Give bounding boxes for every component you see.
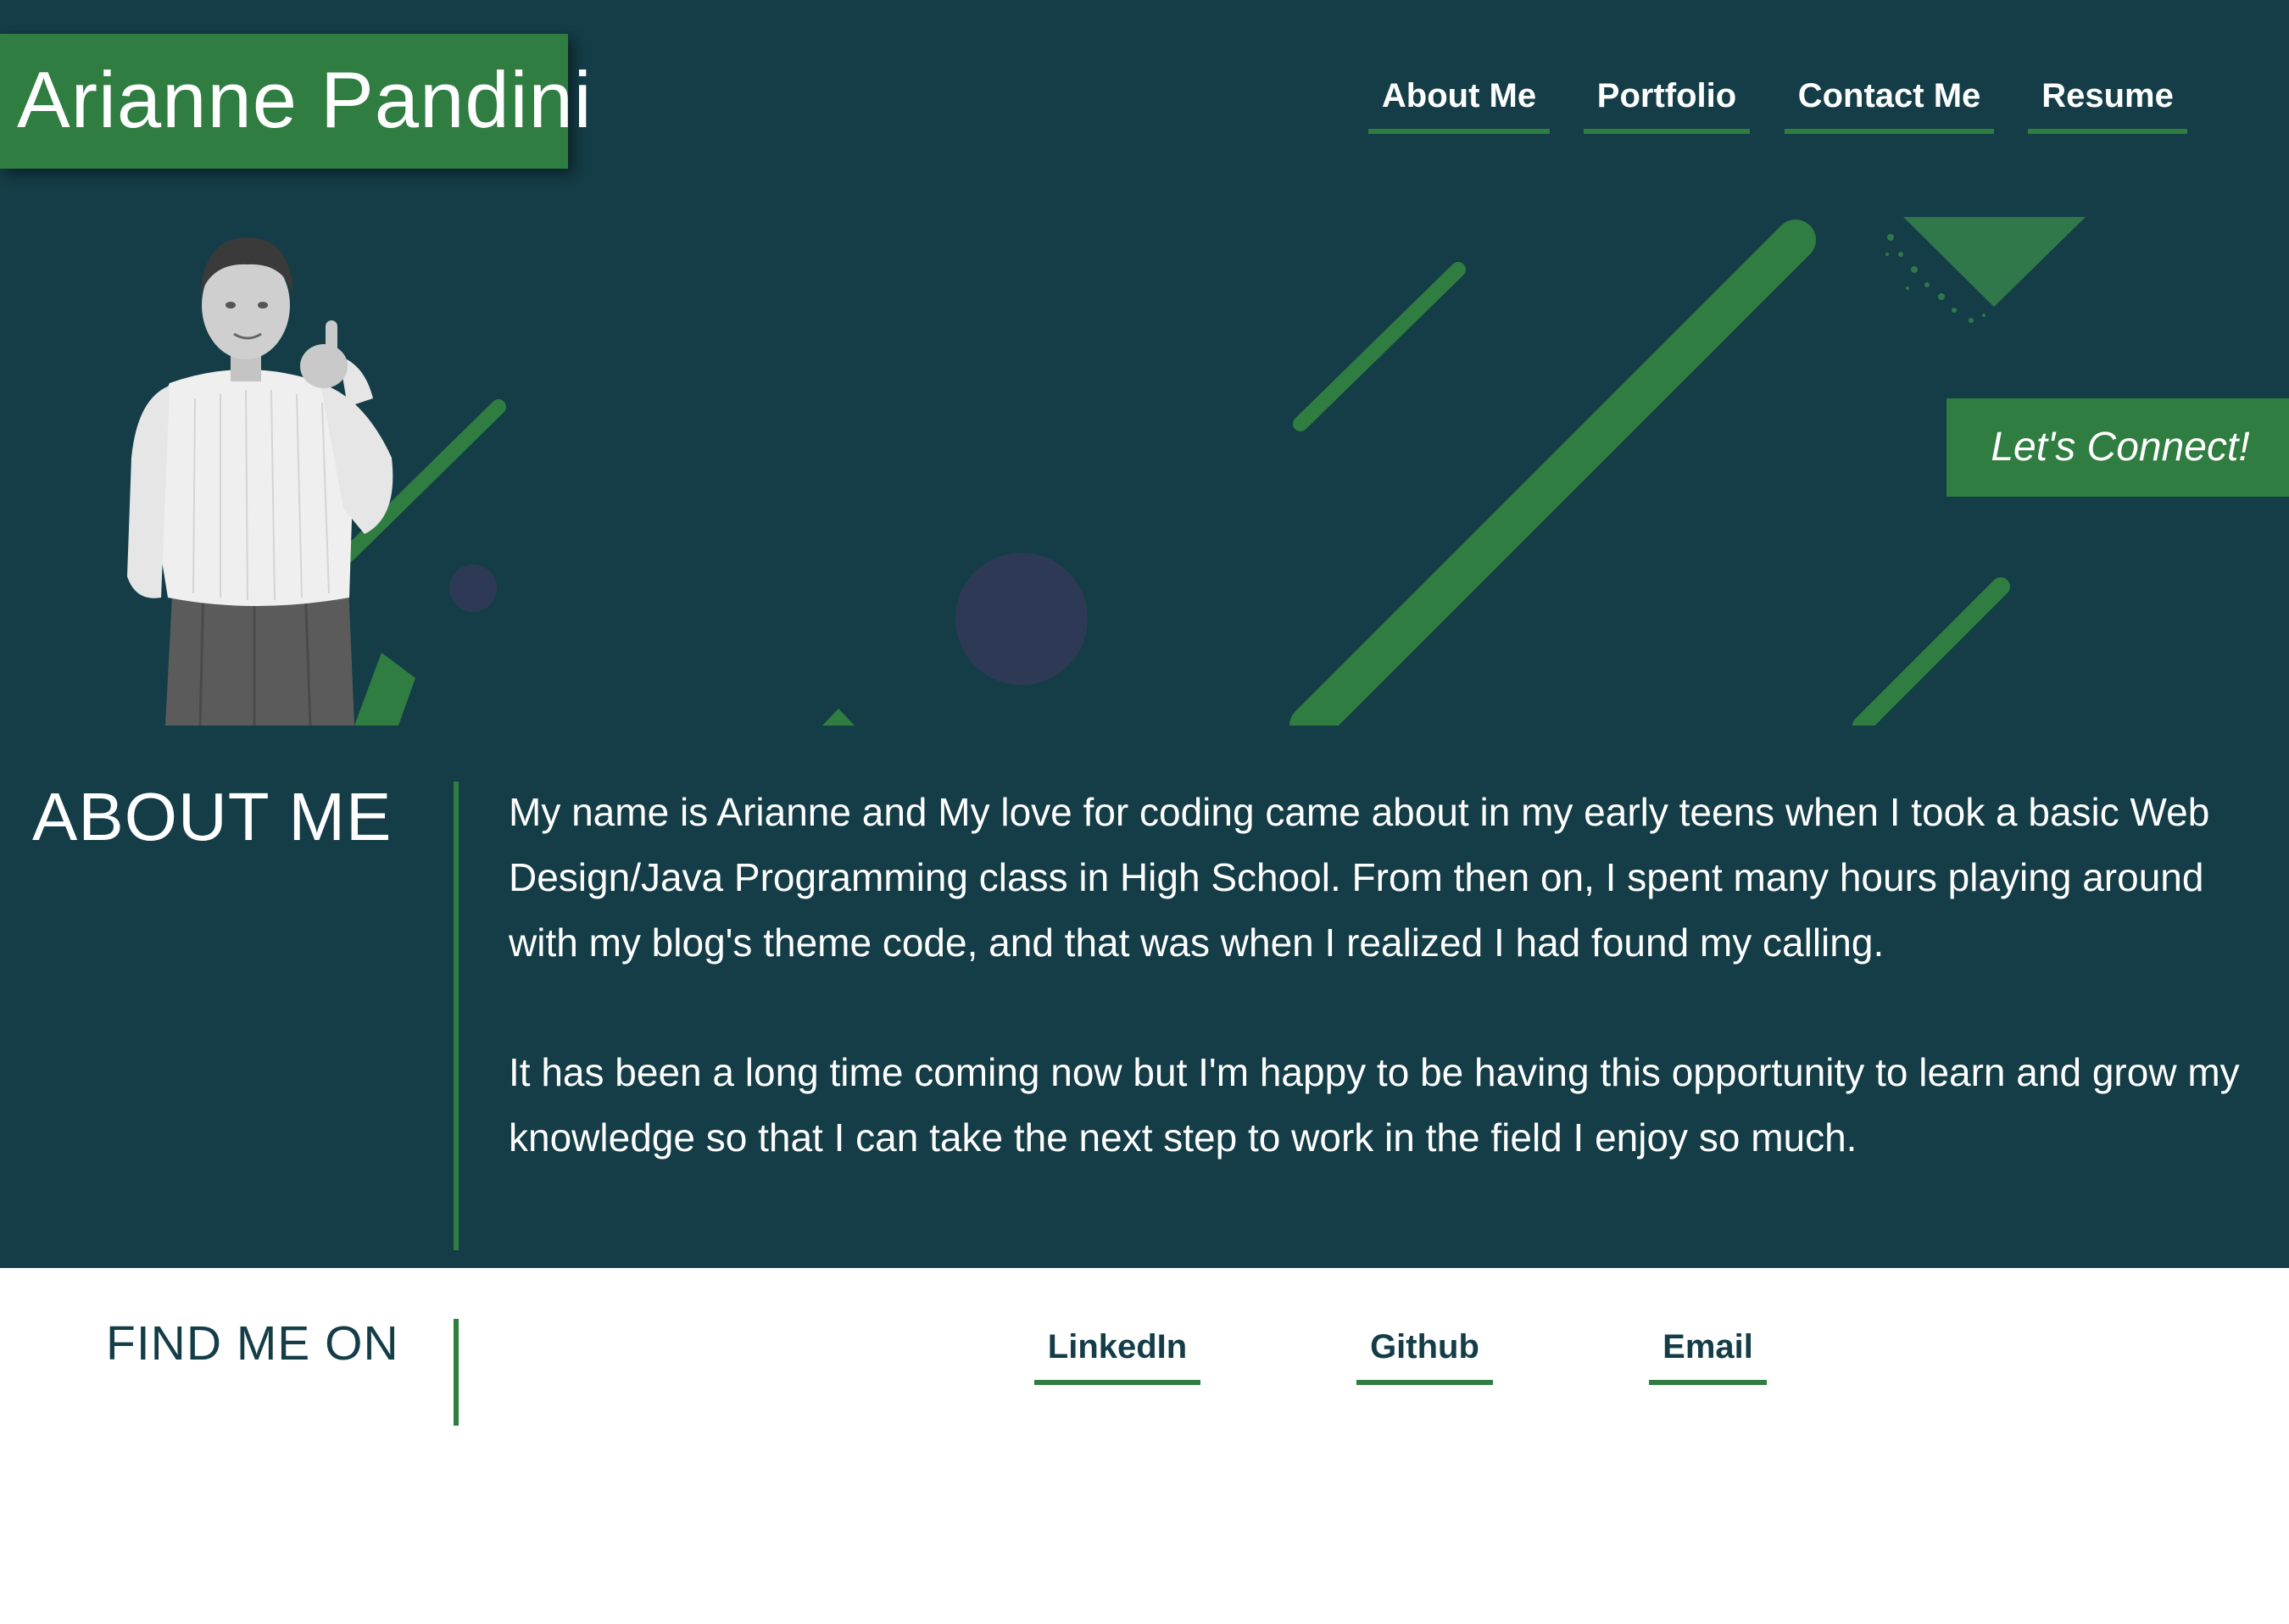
decor-circle-small bbox=[449, 565, 497, 612]
linkedin-link[interactable]: LinkedIn bbox=[1034, 1322, 1200, 1385]
decor-circle-large bbox=[955, 553, 1088, 685]
find-me-divider bbox=[454, 1319, 459, 1426]
decor-brush-strokes bbox=[340, 220, 2010, 726]
decor-triangle-left bbox=[354, 653, 415, 726]
decor-triangle-small bbox=[822, 709, 855, 726]
nav-portfolio[interactable]: Portfolio bbox=[1584, 71, 1750, 134]
lets-connect-button[interactable]: Let's Connect! bbox=[1946, 398, 2289, 497]
hero-section: Arianne Pandini About Me Portfolio Conta… bbox=[0, 0, 2289, 1268]
about-divider bbox=[454, 781, 459, 1250]
nav-resume[interactable]: Resume bbox=[2028, 71, 2187, 134]
about-title: ABOUT ME bbox=[32, 779, 393, 854]
site-title-badge[interactable]: Arianne Pandini bbox=[0, 34, 592, 169]
decor-triangle-top bbox=[1903, 217, 2086, 307]
find-me-title: FIND ME ON bbox=[106, 1316, 399, 1371]
nav-about-me[interactable]: About Me bbox=[1368, 71, 1550, 134]
site-title: Arianne Pandini bbox=[17, 55, 593, 144]
portrait bbox=[127, 237, 393, 726]
about-paragraph-1: My name is Arianne and My love for codin… bbox=[509, 790, 2210, 965]
email-link[interactable]: Email bbox=[1649, 1322, 1767, 1385]
page: Arianne Pandini About Me Portfolio Conta… bbox=[0, 0, 2289, 1624]
about-paragraph-2: It has been a long time coming now but I… bbox=[509, 1050, 2240, 1160]
github-link[interactable]: Github bbox=[1356, 1322, 1493, 1385]
nav-contact-me[interactable]: Contact Me bbox=[1785, 71, 1994, 134]
